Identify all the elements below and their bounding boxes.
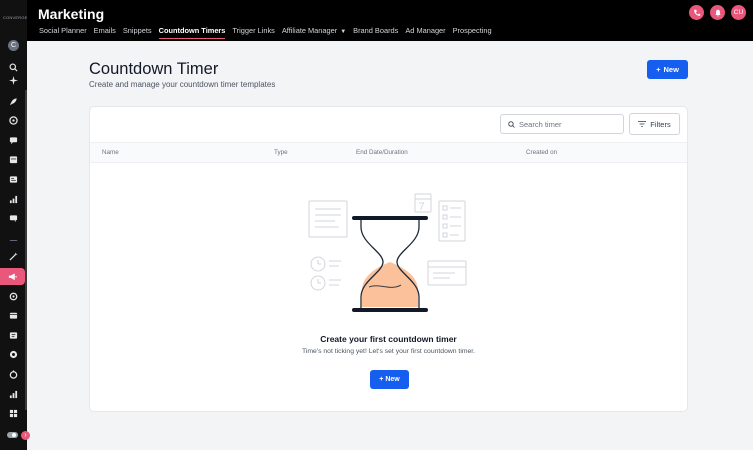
contacts-icon[interactable] bbox=[9, 175, 18, 184]
magic-wand-icon[interactable] bbox=[9, 252, 18, 261]
tab-emails[interactable]: Emails bbox=[94, 26, 116, 39]
tab-trigger-links[interactable]: Trigger Links bbox=[232, 26, 274, 39]
column-type[interactable]: Type bbox=[274, 149, 288, 156]
divider-icon bbox=[9, 236, 18, 245]
user-avatar[interactable]: CU bbox=[731, 5, 746, 20]
sparkle-icon[interactable] bbox=[9, 76, 18, 85]
megaphone-icon bbox=[8, 273, 17, 281]
tab-ad-manager[interactable]: Ad Manager bbox=[405, 26, 445, 39]
dashboard-icon[interactable] bbox=[9, 116, 18, 125]
media-icon[interactable] bbox=[9, 350, 18, 359]
filters-button[interactable]: Filters bbox=[629, 113, 680, 135]
search-timer-input[interactable] bbox=[519, 119, 619, 129]
sidebar-scrollbar[interactable] bbox=[25, 90, 27, 410]
column-created-on[interactable]: Created on bbox=[526, 149, 557, 156]
column-end-date[interactable]: End Date/Duration bbox=[356, 149, 408, 156]
notifications-button[interactable] bbox=[710, 5, 725, 20]
reputation-icon[interactable] bbox=[9, 370, 18, 379]
sites-icon[interactable] bbox=[9, 311, 18, 320]
clock-illustration bbox=[310, 256, 341, 291]
create-timer-button-label: New bbox=[385, 376, 400, 383]
opportunities-icon[interactable] bbox=[9, 195, 18, 204]
sidebar: CONVERGE C › bbox=[0, 0, 30, 450]
bell-icon bbox=[714, 9, 721, 16]
document-illustration bbox=[308, 200, 348, 238]
tab-countdown-timers[interactable]: Countdown Timers bbox=[158, 26, 225, 39]
top-header: Marketing Social Planner Emails Snippets… bbox=[27, 0, 753, 41]
page-subtitle: Create and manage your countdown timer t… bbox=[89, 80, 276, 89]
new-timer-button[interactable]: + New bbox=[647, 60, 688, 79]
table-header: Name Type End Date/Duration Created on bbox=[90, 142, 687, 163]
timers-card: Filters Name Type End Date/Duration Crea… bbox=[89, 106, 688, 412]
chat-icon[interactable] bbox=[9, 214, 18, 223]
phone-button[interactable] bbox=[689, 5, 704, 20]
search-icon bbox=[508, 120, 515, 128]
calendar-icon[interactable] bbox=[9, 155, 18, 164]
new-timer-button-label: New bbox=[663, 65, 679, 74]
automation-icon[interactable] bbox=[9, 292, 18, 301]
hourglass-illustration: 7 bbox=[308, 193, 467, 312]
search-icon[interactable] bbox=[9, 63, 18, 72]
tab-snippets[interactable]: Snippets bbox=[123, 26, 152, 39]
app-grid-icon[interactable] bbox=[9, 409, 18, 418]
tab-affiliate-manager-label: Affiliate Manager bbox=[281, 26, 338, 35]
marketing-tabs: Social Planner Emails Snippets Countdown… bbox=[39, 26, 492, 39]
brand-logo: CONVERGE bbox=[3, 15, 28, 20]
expand-sidebar-icon[interactable]: › bbox=[21, 431, 30, 440]
reporting-icon[interactable] bbox=[9, 390, 18, 399]
create-timer-button[interactable]: + New bbox=[370, 370, 409, 389]
column-name[interactable]: Name bbox=[102, 149, 119, 156]
sidebar-item-marketing[interactable] bbox=[0, 268, 25, 285]
checklist-illustration bbox=[438, 200, 466, 242]
app-title: Marketing bbox=[38, 6, 105, 22]
theme-toggle[interactable] bbox=[7, 432, 18, 438]
plus-icon: + bbox=[379, 376, 384, 383]
empty-state-title: Create your first countdown timer bbox=[320, 334, 457, 344]
conversations-icon[interactable] bbox=[9, 136, 18, 145]
filters-label: Filters bbox=[650, 119, 671, 129]
tab-affiliate-manager[interactable]: Affiliate Manager ▼ bbox=[282, 26, 346, 39]
empty-state-subtitle: Time's not ticking yet! Let's set your f… bbox=[301, 348, 476, 355]
search-box[interactable] bbox=[500, 114, 624, 134]
plus-icon: + bbox=[656, 65, 661, 74]
hourglass-icon bbox=[352, 216, 428, 312]
account-avatar[interactable]: C bbox=[8, 40, 19, 51]
page-title: Countdown Timer bbox=[89, 60, 219, 78]
rocket-icon[interactable] bbox=[9, 97, 18, 106]
phone-icon bbox=[693, 9, 700, 16]
window-illustration bbox=[427, 260, 467, 286]
calendar-day: 7 bbox=[419, 201, 425, 213]
filter-icon bbox=[638, 121, 647, 127]
tab-brand-boards[interactable]: Brand Boards bbox=[353, 26, 398, 39]
memberships-icon[interactable] bbox=[9, 331, 18, 340]
tab-prospecting[interactable]: Prospecting bbox=[453, 26, 492, 39]
tab-social-planner[interactable]: Social Planner bbox=[39, 26, 87, 39]
chevron-down-icon: ▼ bbox=[340, 29, 347, 35]
